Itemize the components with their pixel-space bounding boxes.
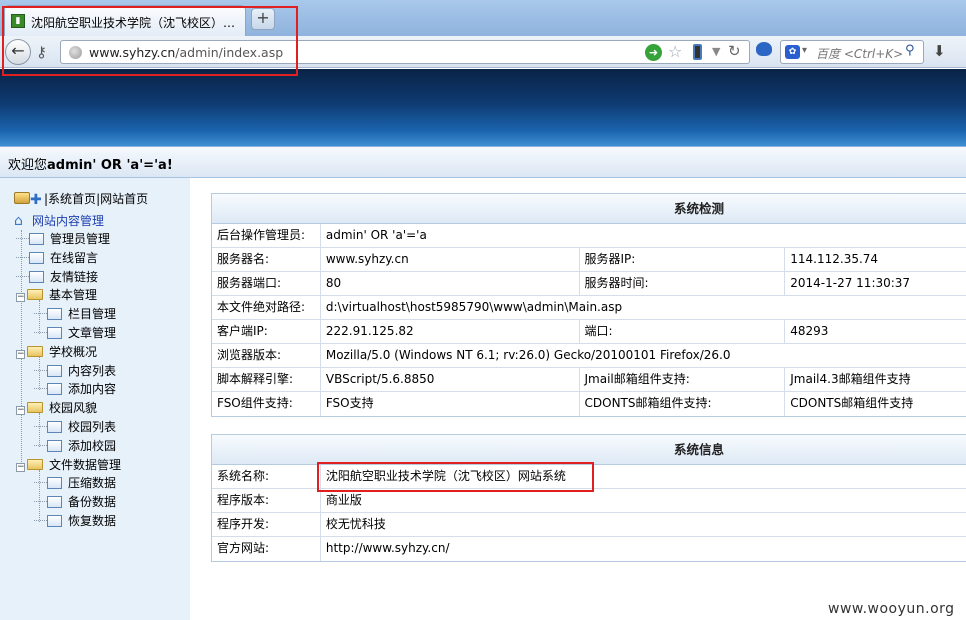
database-icon	[14, 192, 30, 204]
bookmark-star-icon[interactable]: ☆	[668, 42, 682, 61]
sidebar-item[interactable]: 在线留言	[16, 249, 98, 267]
system-info-title: 系统信息	[212, 435, 966, 465]
sidebar-item[interactable]: − 校园风貌	[16, 399, 97, 417]
document-icon	[47, 383, 62, 396]
document-icon	[47, 327, 62, 339]
table-row: 客户端IP: 222.91.125.82 端口: 48293	[212, 320, 966, 344]
document-icon	[47, 477, 62, 490]
document-icon	[47, 496, 62, 509]
browser-tab-bar: ▮ 沈阳航空职业技术学院（沈飞校区）网... +	[0, 0, 966, 36]
document-icon	[47, 308, 62, 321]
folder-icon	[27, 402, 43, 414]
tab-title: 沈阳航空职业技术学院（沈飞校区）网...	[31, 16, 243, 30]
table-row: 脚本解释引擎: VBScript/5.6.8850 Jmail邮箱组件支持: J…	[212, 368, 966, 392]
sidebar-item[interactable]: 校园列表	[34, 418, 116, 436]
document-icon	[29, 251, 44, 264]
plus-icon[interactable]: ✚	[30, 192, 44, 208]
table-row: 后台操作管理员: admin' OR 'a'='a	[212, 224, 966, 248]
sidebar-item[interactable]: 文章管理	[34, 324, 116, 342]
collapse-icon[interactable]: −	[16, 293, 25, 303]
sidebar: ✚ |系统首页|网站首页 ⌂ 网站内容管理 管理员管理 在线留言 友情链接 − 基本管理 栏目管…	[0, 178, 190, 620]
sidebar-item[interactable]: 备份数据	[34, 493, 116, 511]
reload-icon[interactable]: ↻	[728, 42, 741, 60]
document-icon	[47, 364, 62, 377]
key-icon[interactable]: ⚷	[36, 43, 47, 61]
table-row: 浏览器版本: Mozilla/5.0 (Windows NT 6.1; rv:2…	[212, 344, 966, 368]
watermark: www.wooyun.org	[828, 601, 955, 617]
browser-nav-bar: ← ⚷ www.syhzy.cn/admin/index.asp ➜ ☆ ▼ ↻…	[0, 36, 966, 68]
document-icon	[47, 515, 62, 527]
table-row: 系统名称: 沈阳航空职业技术学院（沈飞校区）网站系统	[212, 465, 966, 489]
table-row: 程序开发: 校无忧科技	[212, 513, 966, 537]
folder-icon	[27, 458, 43, 470]
go-icon[interactable]: ➜	[645, 44, 662, 61]
system-check-title: 系统检测	[212, 194, 966, 224]
baidu-paw-icon[interactable]: ✿	[785, 45, 800, 59]
home-icon: ⌂	[14, 213, 23, 229]
link-system-home[interactable]: 系统首页	[48, 192, 96, 206]
table-row: 官方网站: http://www.syhzy.cn/	[212, 537, 966, 561]
document-icon	[47, 439, 62, 452]
site-favicon-icon: ▮	[11, 14, 25, 28]
sidebar-item[interactable]: 恢复数据	[34, 512, 116, 530]
link-site-home[interactable]: 网站首页	[100, 192, 148, 206]
table-row: 程序版本: 商业版	[212, 489, 966, 513]
sidebar-item[interactable]: 栏目管理	[34, 305, 116, 323]
sidebar-item[interactable]: 友情链接	[16, 268, 98, 286]
sidebar-item[interactable]: 内容列表	[34, 362, 116, 380]
url-text[interactable]: www.syhzy.cn/admin/index.asp	[89, 45, 283, 60]
sidebar-item[interactable]: 压缩数据	[34, 474, 116, 492]
system-info-panel: 系统信息 系统名称: 沈阳航空职业技术学院（沈飞校区）网站系统 程序版本: 商业…	[211, 434, 966, 562]
table-row: FSO组件支持: FSO支持 CDONTS邮箱组件支持: CDONTS邮箱组件支…	[212, 392, 966, 416]
table-row: 本文件绝对路径: d:\virtualhost\host5985790\www\…	[212, 296, 966, 320]
collapse-icon[interactable]: −	[16, 406, 25, 416]
document-icon	[47, 421, 62, 433]
document-icon	[29, 270, 44, 283]
sidebar-item[interactable]: 添加内容	[34, 380, 116, 398]
sidebar-item[interactable]: 添加校园	[34, 437, 116, 455]
sidebar-item[interactable]: − 学校概况	[16, 343, 97, 361]
sidebar-item[interactable]: − 基本管理	[16, 286, 97, 304]
sidebar-top-links: ✚ |系统首页|网站首页	[14, 190, 148, 208]
search-engine-dropdown-icon[interactable]: ▾	[802, 45, 807, 56]
official-site-link[interactable]: http://www.syhzy.cn/	[321, 537, 966, 561]
folder-icon	[27, 289, 43, 301]
welcome-prefix: 欢迎您	[8, 158, 48, 173]
globe-icon	[69, 46, 82, 59]
table-row: 服务器名: www.syhzy.cn 服务器IP: 114.112.35.74	[212, 248, 966, 272]
address-bar[interactable]: www.syhzy.cn/admin/index.asp ➜ ☆ ▼ ↻	[60, 40, 750, 64]
system-check-panel: 系统检测 后台操作管理员: admin' OR 'a'='a 服务器名: www…	[211, 193, 966, 417]
browser-tab[interactable]: ▮ 沈阳航空职业技术学院（沈飞校区）网...	[4, 5, 246, 36]
download-icon[interactable]: ⬇	[933, 42, 946, 60]
table-row: 服务器端口: 80 服务器时间: 2014-1-27 11:30:37	[212, 272, 966, 296]
back-button[interactable]: ←	[5, 39, 31, 65]
welcome-user: admin' OR 'a'='a!	[47, 158, 173, 173]
collapse-icon[interactable]: −	[16, 462, 25, 472]
search-input[interactable]: 百度 <Ctrl+K>	[816, 45, 903, 62]
folder-icon	[27, 345, 43, 357]
history-dropdown-icon[interactable]: ▼	[712, 45, 720, 58]
collapse-icon[interactable]: −	[16, 349, 25, 359]
sidebar-item[interactable]: 管理员管理	[16, 230, 110, 248]
site-banner	[0, 69, 966, 146]
welcome-bar: 欢迎您admin' OR 'a'='a!	[0, 146, 966, 178]
search-icon[interactable]: ⚲	[905, 43, 915, 58]
mobile-icon[interactable]	[693, 44, 702, 60]
new-tab-button[interactable]: +	[251, 8, 275, 30]
sidebar-root[interactable]: ⌂ 网站内容管理	[14, 212, 104, 230]
search-box[interactable]: ✿ ▾ 百度 <Ctrl+K> ⚲	[780, 40, 924, 64]
document-icon	[29, 233, 44, 245]
extension-icon[interactable]	[756, 42, 772, 56]
sidebar-item[interactable]: − 文件数据管理	[16, 456, 121, 474]
